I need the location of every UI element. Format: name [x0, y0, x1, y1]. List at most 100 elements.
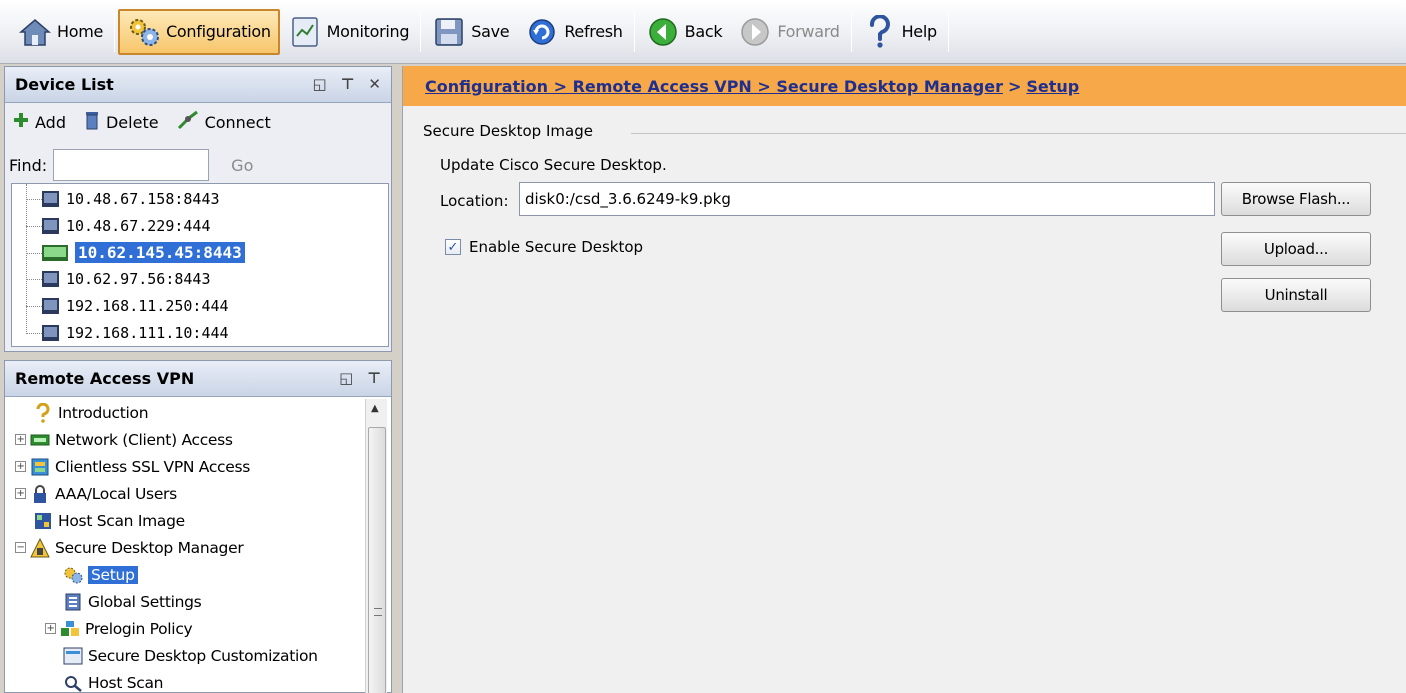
device-actions: Add Delete Connect: [13, 105, 271, 139]
forward-label: Forward: [777, 22, 840, 41]
restore-panel-icon[interactable]: ◱: [313, 75, 327, 93]
back-arrow-icon: [646, 15, 680, 49]
nav-item-secure-desktop-manager[interactable]: − Secure Desktop Manager: [11, 534, 365, 561]
expand-icon[interactable]: +: [15, 461, 26, 472]
breadcrumb-separator: >: [1007, 76, 1022, 96]
nav-item-aaa-local-users[interactable]: + AAA/Local Users: [11, 480, 365, 507]
restore-panel-icon[interactable]: ◱: [339, 369, 353, 387]
add-device-button[interactable]: Add: [13, 112, 66, 132]
connect-label: Connect: [204, 112, 271, 132]
toolbar-separator: [947, 11, 949, 52]
device-label: 10.62.97.56:8443: [66, 270, 211, 289]
remote-access-vpn-title: Remote Access VPN: [15, 369, 195, 388]
checkbox-checked-icon[interactable]: ✓: [445, 239, 461, 255]
monitoring-button[interactable]: Monitoring: [280, 9, 418, 55]
device-label: 192.168.111.10:444: [66, 323, 229, 342]
network-client-icon: [30, 430, 50, 450]
nav-label: Clientless SSL VPN Access: [55, 457, 251, 476]
enable-secure-desktop-checkbox[interactable]: ✓ Enable Secure Desktop: [445, 238, 643, 256]
browse-flash-button[interactable]: Browse Flash...: [1221, 182, 1371, 216]
refresh-label: Refresh: [564, 22, 623, 41]
delete-device-button[interactable]: Delete: [84, 110, 159, 134]
close-panel-icon[interactable]: ✕: [368, 75, 381, 93]
device-label: 10.48.67.158:8443: [66, 190, 220, 209]
refresh-button[interactable]: Refresh: [517, 9, 630, 55]
forward-button[interactable]: Forward: [730, 9, 847, 55]
uninstall-button[interactable]: Uninstall: [1221, 278, 1371, 312]
configuration-gears-icon: [127, 15, 161, 49]
expand-icon[interactable]: +: [15, 488, 26, 499]
panel-splitter[interactable]: [392, 64, 402, 693]
device-computer-icon: [42, 271, 59, 288]
device-item[interactable]: 10.48.67.229:444: [12, 213, 388, 240]
device-item[interactable]: 10.62.97.56:8443: [12, 266, 388, 293]
find-input[interactable]: [53, 149, 210, 181]
breadcrumb-setup-link[interactable]: Setup: [1026, 77, 1079, 96]
device-label: 10.48.67.229:444: [66, 217, 211, 236]
nav-item-global-settings[interactable]: Global Settings: [11, 588, 365, 615]
nav-label: Host Scan: [88, 673, 164, 692]
nav-item-network-client-access[interactable]: + Network (Client) Access: [11, 426, 365, 453]
device-item[interactable]: 192.168.11.250:444: [12, 293, 388, 320]
pin-panel-icon[interactable]: ⊤: [341, 75, 355, 93]
group-divider: [631, 133, 1406, 134]
location-label: Location:: [440, 192, 509, 210]
help-button[interactable]: Help: [855, 9, 945, 55]
upload-button[interactable]: Upload...: [1221, 232, 1371, 266]
back-button[interactable]: Back: [638, 9, 731, 55]
clientless-vpn-icon: [30, 457, 50, 477]
expand-icon[interactable]: +: [15, 434, 26, 445]
nav-item-prelogin-policy[interactable]: + Prelogin Policy: [11, 615, 365, 642]
nav-scrollbar[interactable]: ▲: [365, 399, 387, 693]
nav-item-host-scan-image[interactable]: Host Scan Image: [11, 507, 365, 534]
secure-desktop-icon: [30, 537, 50, 558]
nav-item-setup[interactable]: Setup: [11, 561, 365, 588]
device-label: 10.62.145.45:8443: [75, 242, 245, 264]
nav-item-secure-desktop-customization[interactable]: Secure Desktop Customization: [11, 642, 365, 669]
breadcrumb-path-link[interactable]: Configuration > Remote Access VPN > Secu…: [425, 77, 1003, 96]
forward-arrow-icon: [738, 15, 772, 49]
save-floppy-icon: [432, 15, 466, 49]
pin-panel-icon[interactable]: ⊤: [367, 369, 381, 387]
save-label: Save: [471, 22, 510, 41]
nav-label: Host Scan Image: [58, 511, 185, 530]
nav-item-host-scan[interactable]: Host Scan: [11, 669, 365, 693]
device-computer-icon: [42, 191, 59, 208]
device-label: 192.168.11.250:444: [66, 297, 229, 316]
nav-item-introduction[interactable]: Introduction: [11, 399, 365, 426]
add-plus-icon: [13, 112, 29, 132]
nav-label: Introduction: [58, 403, 149, 422]
device-computer-icon: [42, 218, 59, 235]
enable-secure-desktop-label: Enable Secure Desktop: [469, 238, 644, 256]
scrollbar-thumb[interactable]: [368, 427, 386, 693]
home-button[interactable]: Home: [10, 9, 111, 55]
help-question-icon: [863, 14, 897, 49]
scroll-up-arrow-icon[interactable]: ▲: [371, 403, 379, 414]
customization-icon: [63, 646, 83, 666]
global-settings-icon: [63, 592, 83, 612]
scrollbar-grip: [374, 608, 382, 616]
location-field[interactable]: [519, 182, 1215, 216]
device-item[interactable]: 192.168.111.10:444: [12, 319, 388, 346]
remote-access-vpn-panel: Remote Access VPN ◱ ⊤ Introduction + Net…: [4, 360, 392, 693]
configuration-button[interactable]: Configuration: [118, 8, 280, 55]
device-list-panel: Device List ◱ ⊤ ✕ Add Delete Connect Fin…: [4, 66, 392, 352]
device-computer-icon: [42, 324, 59, 341]
configuration-label: Configuration: [166, 22, 271, 41]
go-button[interactable]: Go: [231, 156, 253, 175]
device-connected-icon: [42, 244, 68, 261]
home-icon: [18, 15, 52, 49]
expand-icon[interactable]: +: [45, 623, 56, 634]
device-list-title: Device List: [15, 75, 114, 94]
collapse-icon[interactable]: −: [15, 542, 26, 553]
device-item[interactable]: 10.48.67.158:8443: [12, 186, 388, 213]
save-button[interactable]: Save: [424, 9, 517, 55]
connect-device-button[interactable]: Connect: [177, 110, 271, 134]
remote-access-vpn-header: Remote Access VPN ◱ ⊤: [5, 361, 391, 397]
host-scan-icon: [63, 673, 83, 693]
delete-trash-icon: [84, 110, 100, 134]
nav-item-clientless-ssl-vpn-access[interactable]: + Clientless SSL VPN Access: [11, 453, 365, 480]
add-label: Add: [35, 112, 66, 132]
device-item-selected[interactable]: 10.62.145.45:8443: [12, 239, 388, 266]
device-list-header: Device List ◱ ⊤ ✕: [5, 67, 391, 103]
